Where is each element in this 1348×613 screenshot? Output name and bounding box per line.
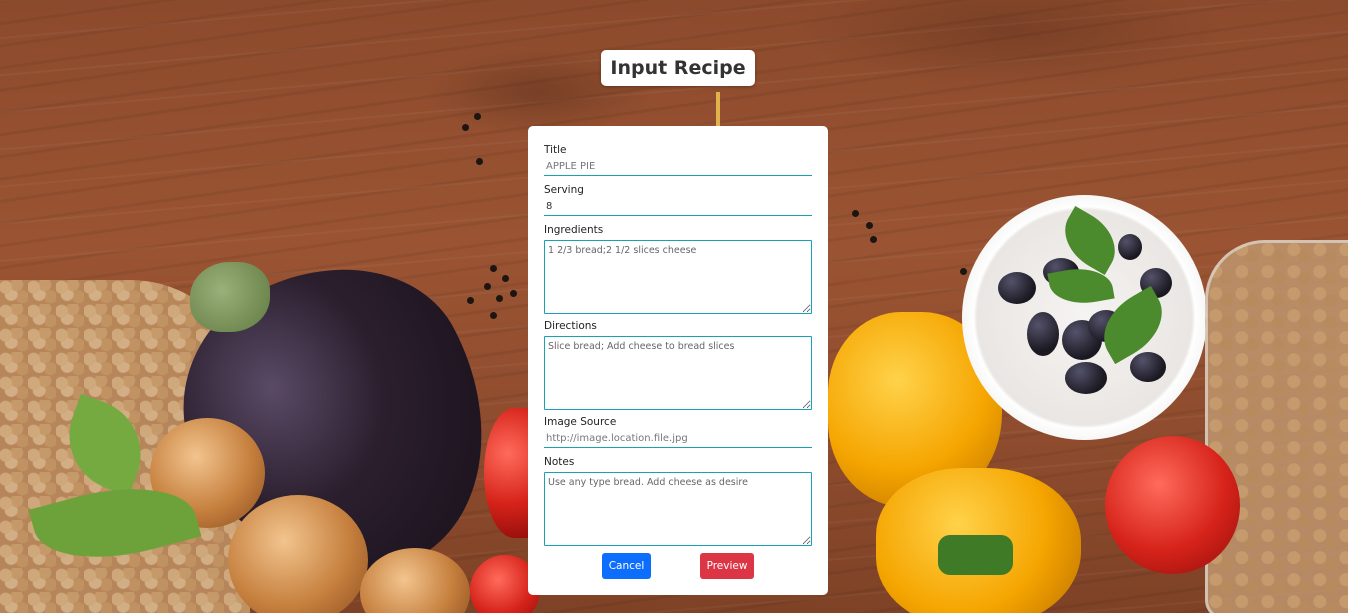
background-olive bbox=[1065, 362, 1107, 394]
preview-button[interactable]: Preview bbox=[700, 553, 754, 579]
background-peppercorn bbox=[476, 158, 483, 165]
image-source-label: Image Source bbox=[544, 416, 617, 428]
form-actions: Cancel Preview bbox=[528, 553, 828, 579]
background-peppercorn bbox=[866, 222, 873, 229]
background-olive bbox=[998, 272, 1036, 304]
serving-label: Serving bbox=[544, 184, 584, 196]
background-olive bbox=[1130, 352, 1166, 382]
title-group: Title bbox=[544, 144, 812, 176]
background-peppercorn bbox=[462, 124, 469, 131]
serving-input[interactable] bbox=[544, 198, 812, 216]
background-peppercorn bbox=[496, 295, 503, 302]
background-eggplant-cap bbox=[190, 262, 270, 332]
directions-group: Directions bbox=[544, 320, 812, 410]
cancel-button[interactable]: Cancel bbox=[602, 553, 651, 579]
notes-textarea[interactable] bbox=[544, 472, 812, 546]
title-label: Title bbox=[544, 144, 567, 156]
directions-textarea[interactable] bbox=[544, 336, 812, 410]
background-stick bbox=[716, 92, 720, 130]
background-peppercorn bbox=[502, 275, 509, 282]
background-peppercorn bbox=[467, 297, 474, 304]
background-peppercorn bbox=[960, 268, 967, 275]
image-source-group: Image Source bbox=[544, 416, 812, 448]
ingredients-textarea[interactable] bbox=[544, 240, 812, 314]
page-title: Input Recipe bbox=[601, 50, 755, 86]
background-peppercorn bbox=[852, 210, 859, 217]
background-peppercorn bbox=[490, 265, 497, 272]
ingredients-label: Ingredients bbox=[544, 224, 604, 236]
ingredients-group: Ingredients bbox=[544, 224, 812, 314]
background-onion bbox=[228, 495, 368, 613]
recipe-form: Title Serving Ingredients Directions Ima… bbox=[528, 126, 828, 595]
background-olive bbox=[1027, 312, 1059, 356]
image-source-input[interactable] bbox=[544, 430, 812, 448]
notes-group: Notes bbox=[544, 456, 812, 546]
background-pepper-stem bbox=[938, 535, 1013, 575]
notes-label: Notes bbox=[544, 456, 575, 468]
background-peppercorn bbox=[474, 113, 481, 120]
title-input[interactable] bbox=[544, 158, 812, 176]
background-peppercorn bbox=[490, 312, 497, 319]
background-jar bbox=[1205, 240, 1348, 613]
background-peppercorn bbox=[484, 283, 491, 290]
directions-label: Directions bbox=[544, 320, 597, 332]
background-peppercorn bbox=[510, 290, 517, 297]
background-tomato bbox=[1105, 436, 1240, 574]
serving-group: Serving bbox=[544, 184, 812, 216]
background-peppercorn bbox=[870, 236, 877, 243]
background-olive bbox=[1118, 234, 1142, 260]
